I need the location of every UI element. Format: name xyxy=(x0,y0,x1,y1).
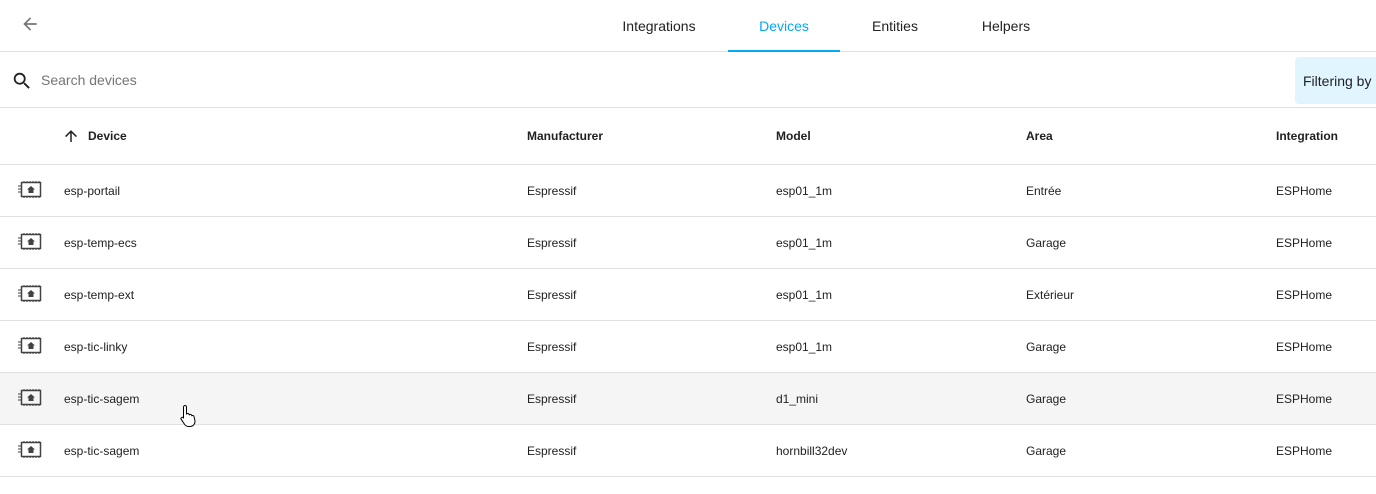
back-button[interactable] xyxy=(14,8,46,40)
device-name: esp-temp-ext xyxy=(64,287,135,302)
manufacturer-cell: Espressif xyxy=(527,183,577,198)
manufacturer-cell: Espressif xyxy=(527,443,577,458)
area-cell: Entrée xyxy=(1026,183,1062,198)
integration-cell: ESPHome xyxy=(1276,183,1333,198)
column-header-manufacturer[interactable]: Manufacturer xyxy=(527,108,603,164)
table-row[interactable]: esp-tic-sagem Espressif d1_mini Garage E… xyxy=(0,373,1376,425)
column-header-label: Manufacturer xyxy=(527,129,604,143)
chip-icon xyxy=(18,389,42,406)
device-name: esp-temp-ecs xyxy=(64,235,137,250)
manufacturer-cell: Espressif xyxy=(527,287,577,302)
model-cell: esp01_1m xyxy=(776,287,833,302)
column-header-area[interactable]: Area xyxy=(1026,108,1053,164)
area-cell: Garage xyxy=(1026,391,1067,406)
tab-helpers[interactable]: Helpers xyxy=(968,0,1044,51)
column-header-integration[interactable]: Integration xyxy=(1276,108,1338,164)
area-cell: Extérieur xyxy=(1026,287,1075,302)
search-icon xyxy=(13,72,30,89)
device-table-body: esp-portail Espressif esp01_1m Entrée ES… xyxy=(0,165,1376,477)
manufacturer-cell: Espressif xyxy=(527,391,577,406)
search-input[interactable] xyxy=(41,68,641,92)
device-name: esp-tic-sagem xyxy=(64,391,140,406)
table-row[interactable]: esp-temp-ecs Espressif esp01_1m Garage E… xyxy=(0,217,1376,269)
integration-cell: ESPHome xyxy=(1276,235,1333,250)
area-cell: Garage xyxy=(1026,443,1067,458)
tab-entities[interactable]: Entities xyxy=(856,0,934,51)
column-header-label: Area xyxy=(1026,129,1053,143)
manufacturer-cell: Espressif xyxy=(527,339,577,354)
device-name: esp-portail xyxy=(64,183,121,198)
column-header-label: Model xyxy=(776,129,811,143)
area-cell: Garage xyxy=(1026,235,1067,250)
filter-chip-label: Filtering by i xyxy=(1303,72,1376,89)
integration-cell: ESPHome xyxy=(1276,339,1333,354)
table-row[interactable]: esp-portail Espressif esp01_1m Entrée ES… xyxy=(0,165,1376,217)
manufacturer-cell: Espressif xyxy=(527,235,577,250)
area-cell: Garage xyxy=(1026,339,1067,354)
device-name: esp-tic-sagem xyxy=(64,443,140,458)
tab-devices[interactable]: Devices xyxy=(728,0,840,52)
integration-cell: ESPHome xyxy=(1276,391,1333,406)
chip-icon xyxy=(18,285,42,302)
integration-cell: ESPHome xyxy=(1276,287,1333,302)
model-cell: d1_mini xyxy=(776,391,819,406)
integration-cell: ESPHome xyxy=(1276,443,1333,458)
model-cell: esp01_1m xyxy=(776,235,833,250)
model-cell: esp01_1m xyxy=(776,183,833,198)
model-cell: hornbill32dev xyxy=(776,443,848,458)
chip-icon xyxy=(18,181,42,198)
chip-icon xyxy=(18,233,42,250)
search-bar: Filtering by i xyxy=(0,52,1376,108)
filter-chip[interactable]: Filtering by i xyxy=(1295,57,1376,104)
chip-icon xyxy=(18,441,42,458)
column-header-model[interactable]: Model xyxy=(776,108,811,164)
tab-integrations[interactable]: Integrations xyxy=(606,0,712,51)
device-name: esp-tic-linky xyxy=(64,339,128,354)
table-row[interactable]: esp-tic-sagem Espressif hornbill32dev Ga… xyxy=(0,425,1376,477)
chip-icon xyxy=(18,337,42,354)
arrow-left-icon xyxy=(23,17,37,31)
toolbar: Integrations Devices Entities Helpers xyxy=(0,0,1376,52)
model-cell: esp01_1m xyxy=(776,339,833,354)
table-row[interactable]: esp-temp-ext Espressif esp01_1m Extérieu… xyxy=(0,269,1376,321)
column-header-device[interactable]: Device xyxy=(62,108,127,164)
table-header: Device Manufacturer Model Area Integrati… xyxy=(0,108,1376,165)
column-header-label: Integration xyxy=(1276,129,1338,143)
table-row[interactable]: esp-tic-linky Espressif esp01_1m Garage … xyxy=(0,321,1376,373)
arrow-up-icon xyxy=(65,130,77,142)
column-header-label: Device xyxy=(88,129,127,143)
